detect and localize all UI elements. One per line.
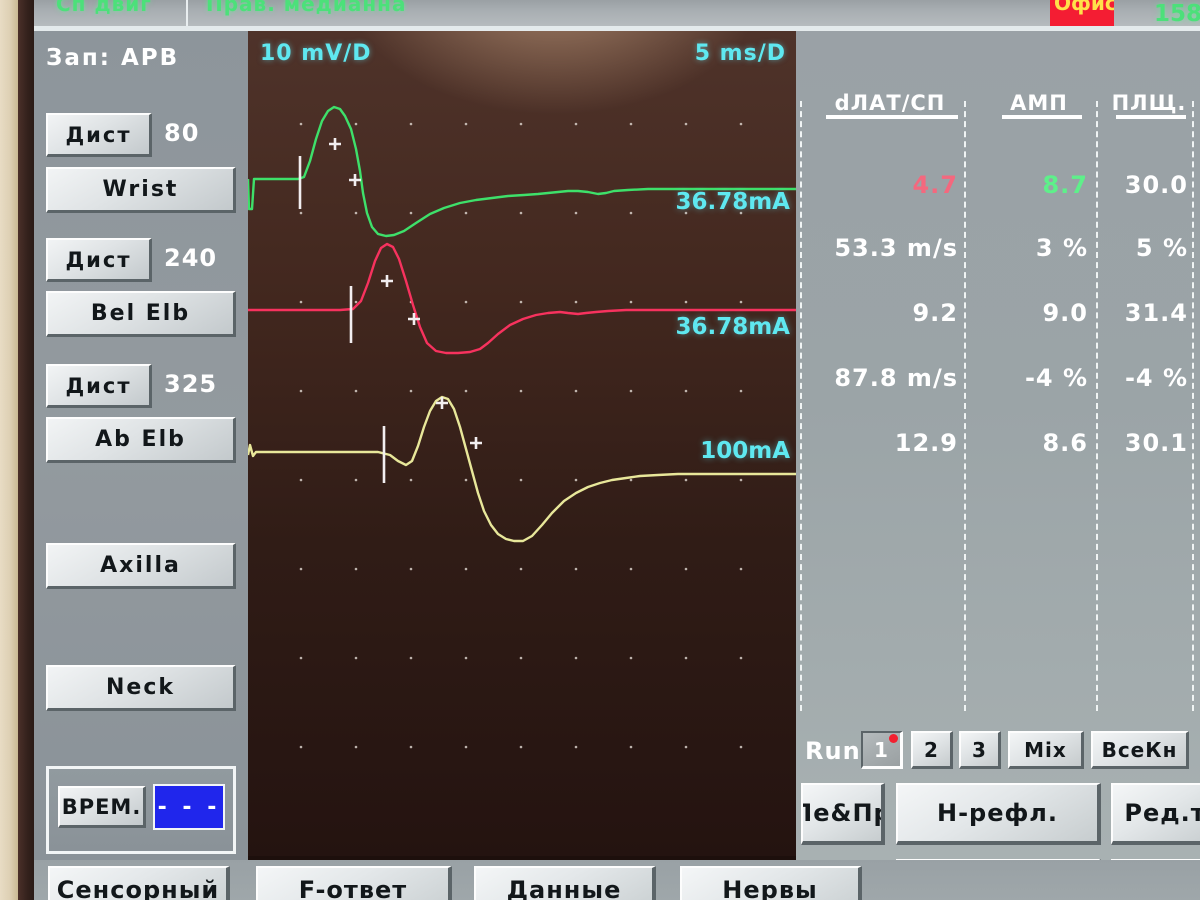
edit-button[interactable]: Ред.т [1111, 783, 1200, 845]
trace-wrist [248, 105, 796, 238]
left-control-panel: Зап: APB Дист 80 Wrist Дист 240 Bel Elb … [34, 31, 248, 860]
site-button-above-elbow[interactable]: Ab Elb [46, 417, 236, 463]
table-cell-r2c2: 31.4 [1124, 299, 1188, 327]
distance-value-2: 240 [164, 244, 218, 272]
distance-value-3: 325 [164, 370, 218, 398]
time-display: - - - [153, 784, 225, 830]
nerve-name-label: Прав. медианна [206, 0, 407, 16]
table-cell-r0c0: 4.7 [912, 171, 958, 199]
table-cell-r4c0: 12.9 [894, 429, 958, 457]
site-button-wrist[interactable]: Wrist [46, 167, 236, 213]
table-cell-r1c1: 3 % [1035, 234, 1088, 262]
trace-bel-elb-cursors [349, 275, 420, 343]
table-cell-r3c1: -4 % [1024, 364, 1088, 392]
h-reflex-button[interactable]: Н-рефл. [896, 783, 1101, 845]
table-cell-r1c2: 5 % [1135, 234, 1188, 262]
office-badge[interactable]: Офис [1050, 0, 1114, 26]
run-label: Run [805, 737, 861, 765]
table-cell-r2c0: 9.2 [912, 299, 958, 327]
left-right-button[interactable]: Ле&Пр [801, 783, 885, 845]
table-cell-r3c2: -4 % [1124, 364, 1188, 392]
run-active-dot-icon [889, 734, 898, 743]
stim-intensity-bel-elb: 36.78mA [675, 314, 790, 340]
table-col-sep-3 [1192, 101, 1194, 711]
table-cell-r0c1: 8.7 [1042, 171, 1088, 199]
table-rule-2 [1002, 115, 1082, 119]
gain-label: 10 mV/D [260, 41, 372, 66]
office-badge-label: Офис [1054, 0, 1114, 15]
tab-f-response[interactable]: F-ответ [256, 866, 452, 900]
table-header-plsh: ПЛЩ. [1111, 91, 1187, 115]
time-button[interactable]: ВРЕМ. [58, 786, 146, 828]
table-header-amp: АМП [1010, 91, 1068, 115]
table-rule-1 [826, 115, 958, 119]
run-button-2[interactable]: 2 [911, 731, 953, 769]
topbar-divider [186, 0, 188, 26]
table-cell-r4c2: 30.1 [1124, 429, 1188, 457]
bottom-tab-bar: Сенсорный F-ответ Данные Нервы [34, 860, 1200, 900]
grid-dots [299, 122, 743, 749]
run-button-3[interactable]: 3 [959, 731, 1001, 769]
device-bezel-inner [18, 0, 34, 900]
recording-site-label: Зап: APB [46, 45, 180, 71]
distance-button-3[interactable]: Дист [46, 364, 152, 408]
tab-data[interactable]: Данные [474, 866, 656, 900]
distance-value-1: 80 [164, 119, 200, 147]
study-type-label: Сп двиг [56, 0, 152, 16]
right-data-panel: dЛАТ/СП АМП ПЛЩ. 4.7 8.7 30.0 53.3 m/s 3… [796, 31, 1200, 900]
tab-nerves[interactable]: Нервы [680, 866, 862, 900]
run-button-1-label: 1 [874, 737, 889, 762]
distance-button-1[interactable]: Дист [46, 113, 152, 157]
table-cell-r1c0: 53.3 m/s [834, 234, 958, 262]
table-cell-r2c1: 9.0 [1042, 299, 1088, 327]
table-cell-r3c0: 87.8 m/s [834, 364, 958, 392]
record-number: 1586 [1154, 1, 1200, 26]
trace-wrist-cursors [298, 138, 361, 209]
tab-sensory[interactable]: Сенсорный [48, 866, 230, 900]
waveform-viewport[interactable]: 10 mV/D 5 ms/D 36.78mA 36.78mA 100mA [248, 31, 796, 860]
run-button-mix[interactable]: Mix [1008, 731, 1084, 769]
distance-button-2[interactable]: Дист [46, 238, 152, 282]
table-cell-r4c1: 8.6 [1042, 429, 1088, 457]
table-cell-r0c2: 30.0 [1124, 171, 1188, 199]
sweep-label: 5 ms/D [694, 41, 786, 66]
site-button-below-elbow[interactable]: Bel Elb [46, 291, 236, 337]
run-button-all-keys[interactable]: ВсеКн [1091, 731, 1189, 769]
stim-intensity-ab-elb: 100mA [700, 438, 790, 464]
time-control-group: ВРЕМ. - - - [46, 766, 236, 854]
table-header-dlat: dЛАТ/СП [834, 91, 946, 115]
table-rule-3 [1116, 115, 1186, 119]
site-button-axilla[interactable]: Axilla [46, 543, 236, 589]
run-button-1[interactable]: 1 [861, 731, 903, 769]
stim-intensity-wrist: 36.78mA [675, 189, 790, 215]
device-screen: Сп двиг Прав. медианна Офис 1586 Зап: AP… [0, 0, 1200, 900]
trace-ab-elb-cursors [382, 397, 482, 483]
device-bezel-left [0, 0, 18, 900]
site-button-neck[interactable]: Neck [46, 665, 236, 711]
trace-ab-elb [248, 395, 796, 543]
top-status-bar: Сп двиг Прав. медианна Офис 1586 [34, 0, 1200, 26]
